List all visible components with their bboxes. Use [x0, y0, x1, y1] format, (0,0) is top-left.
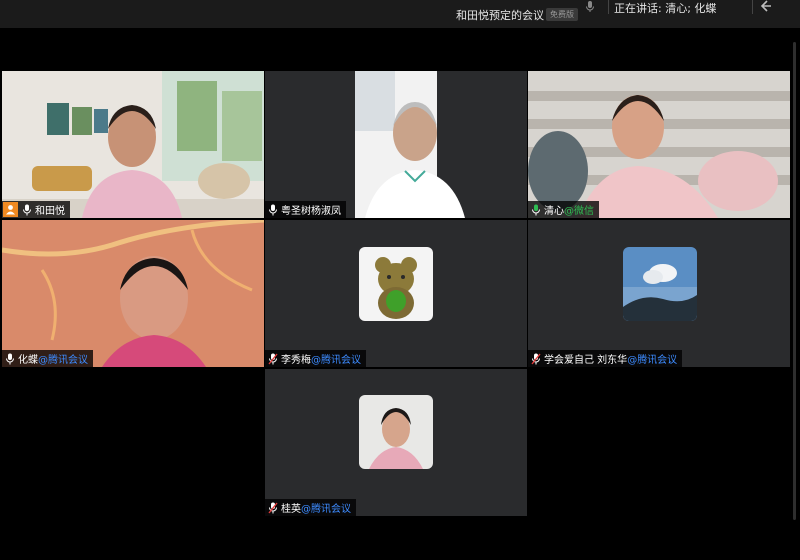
participant-source: @腾讯会议 [627, 355, 678, 366]
participant-name: 李秀梅 [281, 355, 311, 366]
participant-label: 化蝶 @腾讯会议 [2, 350, 93, 367]
microphone-icon [269, 204, 277, 215]
divider [608, 0, 609, 14]
participant-name: 学会爱自己 刘东华 [544, 355, 628, 366]
participant-label: 李秀梅 @腾讯会议 [265, 350, 366, 367]
video-tile-yangshufeng[interactable]: 粤圣树杨淑凤 [265, 71, 527, 218]
microphone-icon [531, 353, 541, 364]
divider [752, 0, 753, 14]
video-tile-qingxin[interactable]: 清心 @微信 [528, 71, 790, 218]
avatar [623, 247, 697, 321]
microphone-icon [268, 353, 278, 364]
scrollbar[interactable] [793, 42, 796, 520]
microphone-icon [6, 353, 14, 364]
video-tile-lixiumei[interactable]: 李秀梅 @腾讯会议 [265, 220, 527, 367]
speaking-indicator: 正在讲话: 清心; 化蝶 [614, 2, 717, 15]
microphone-icon[interactable] [584, 0, 596, 14]
meeting-top-bar: 和田悦预定的会议 免费版 正在讲话: 清心; 化蝶 [0, 0, 800, 28]
video-tile-guiying[interactable]: 桂英 @腾讯会议 [265, 369, 527, 516]
video-tile-liudonghua[interactable]: 学会爱自己 刘东华 @腾讯会议 [528, 220, 790, 367]
video-feed [355, 71, 465, 218]
participant-label: 桂英 @腾讯会议 [265, 499, 356, 516]
microphone-icon [268, 502, 278, 513]
host-icon [3, 202, 18, 217]
avatar [359, 247, 433, 321]
participant-name: 化蝶 [18, 355, 38, 366]
video-tile-hetianyue[interactable]: 和田悦 [2, 71, 264, 218]
microphone-icon [23, 204, 31, 215]
participant-source: @腾讯会议 [311, 355, 361, 366]
microphone-icon [532, 204, 540, 215]
video-feed [528, 71, 790, 218]
video-tile-huadie[interactable]: 化蝶 @腾讯会议 [2, 220, 264, 367]
participant-label: 清心 @微信 [528, 201, 599, 218]
participant-name: 粤圣树杨淑凤 [281, 206, 341, 217]
meeting-title[interactable]: 和田悦预定的会议 [456, 7, 544, 23]
participant-source: @微信 [564, 206, 594, 217]
video-feed [2, 71, 264, 218]
participant-label: 粤圣树杨淑凤 [265, 201, 346, 218]
participant-label: 和田悦 [2, 201, 70, 218]
video-feed [2, 220, 264, 367]
participant-source: @腾讯会议 [38, 355, 88, 366]
participant-name: 桂英 [281, 504, 301, 515]
participant-name: 和田悦 [35, 206, 65, 217]
participant-label: 学会爱自己 刘东华 @腾讯会议 [528, 350, 683, 367]
participant-name: 清心 [544, 206, 564, 217]
participant-source: @腾讯会议 [301, 504, 351, 515]
avatar [359, 395, 433, 469]
exit-icon[interactable] [758, 0, 774, 14]
plan-badge: 免费版 [546, 8, 578, 21]
